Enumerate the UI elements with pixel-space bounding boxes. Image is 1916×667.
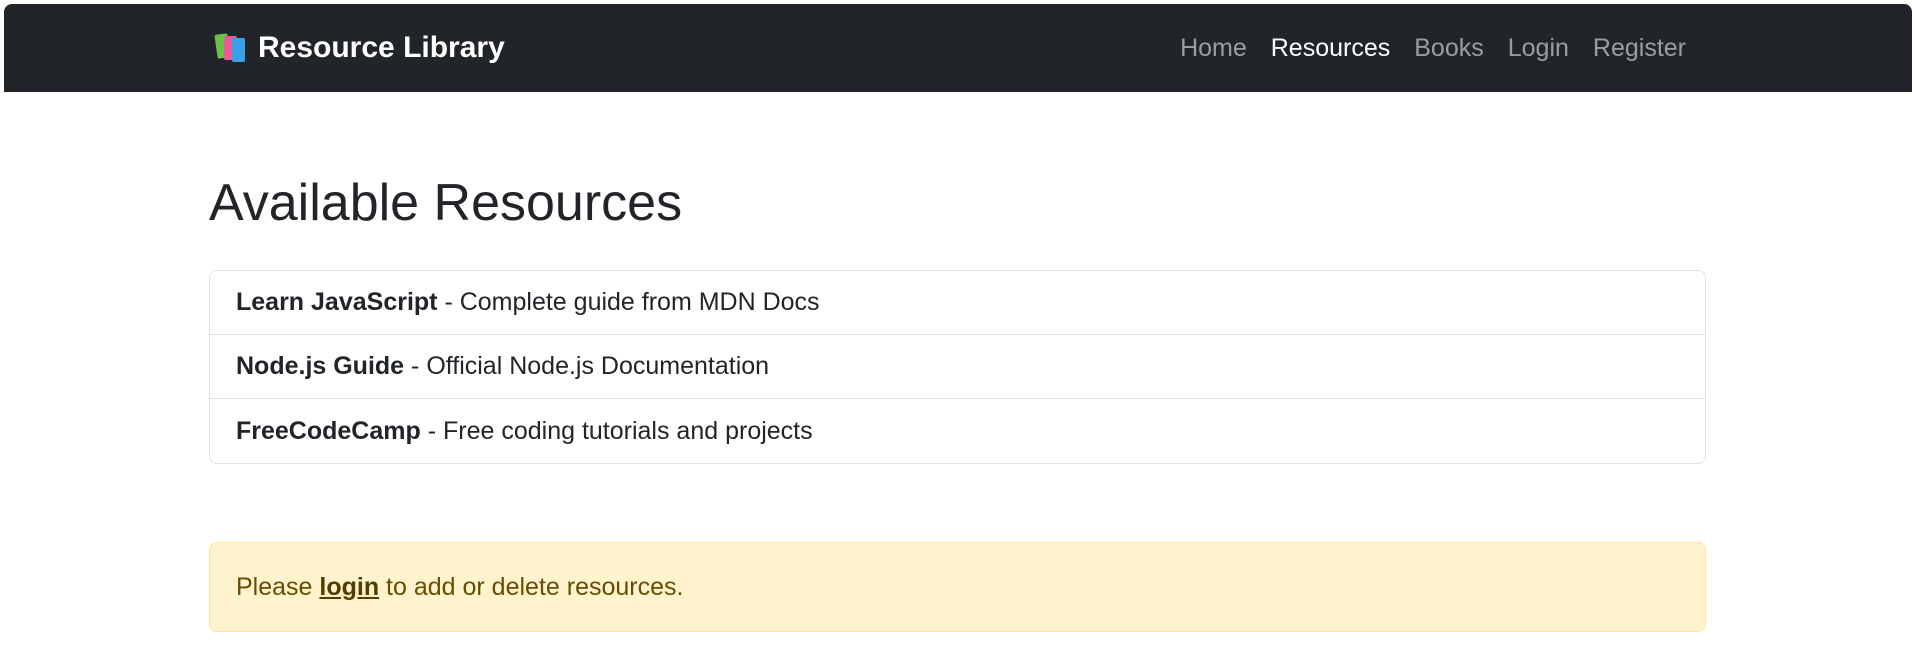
nav-link-login[interactable]: Login <box>1496 34 1581 63</box>
brand-link[interactable]: Resource Library <box>214 4 505 92</box>
alert-suffix: to add or delete resources. <box>379 572 684 601</box>
resource-name: Node.js Guide <box>236 352 405 381</box>
alert-prefix: Please <box>236 572 320 601</box>
resource-description: Official Node.js Documentation <box>426 352 770 381</box>
resource-description: Complete guide from MDN Docs <box>459 288 820 317</box>
nav-link-home[interactable]: Home <box>1168 34 1259 63</box>
browser-page: Resource Library Home Resources Books Lo… <box>4 4 1912 667</box>
resource-list: Learn JavaScript - Complete guide from M… <box>209 270 1706 465</box>
list-item: Learn JavaScript - Complete guide from M… <box>210 271 1705 336</box>
nav-link-resources[interactable]: Resources <box>1259 34 1403 63</box>
list-item: Node.js Guide - Official Node.js Documen… <box>210 335 1705 400</box>
alert-login-link[interactable]: login <box>319 573 379 602</box>
nav-link-register[interactable]: Register <box>1581 34 1698 63</box>
main-content: Available Resources Learn JavaScript - C… <box>209 92 1706 633</box>
books-icon <box>214 33 246 63</box>
resource-name: FreeCodeCamp <box>236 416 421 445</box>
resource-separator: - <box>437 288 460 317</box>
nav-link-books[interactable]: Books <box>1402 34 1495 63</box>
brand-text: Resource Library <box>258 31 505 64</box>
navbar: Resource Library Home Resources Books Lo… <box>4 4 1912 92</box>
resource-description: Free coding tutorials and projects <box>442 416 813 445</box>
login-alert: Please login to add or delete resources. <box>209 542 1706 633</box>
resource-name: Learn JavaScript <box>236 288 438 317</box>
resource-separator: - <box>404 352 427 381</box>
nav-links: Home Resources Books Login Register <box>1168 4 1698 92</box>
page-title: Available Resources <box>209 174 683 232</box>
resource-separator: - <box>420 416 443 445</box>
list-item: FreeCodeCamp - Free coding tutorials and… <box>210 399 1705 463</box>
